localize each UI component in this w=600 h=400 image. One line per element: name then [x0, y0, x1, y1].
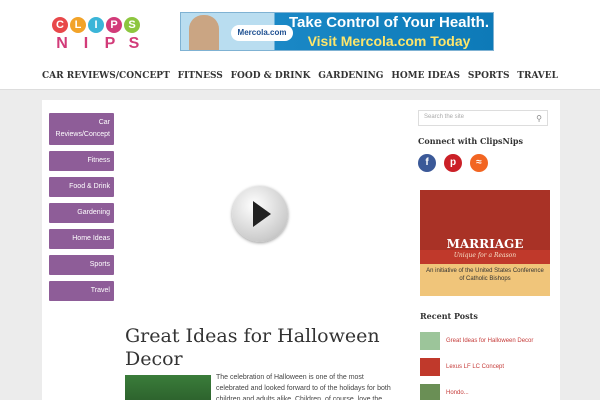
- category-gardening[interactable]: Gardening: [49, 203, 114, 223]
- category-home-ideas[interactable]: Home Ideas: [49, 229, 114, 249]
- sidebar-ad[interactable]: MARRIAGE Unique for a Reason An initiati…: [420, 190, 550, 296]
- nav-item-travel[interactable]: TRAVEL: [515, 71, 560, 89]
- post-title[interactable]: Great Ideas for Halloween Decor: [125, 325, 395, 371]
- recent-post-thumb: [420, 332, 440, 350]
- logo-letter: S: [124, 17, 140, 33]
- category-sidebar: Car Reviews/Concept Fitness Food & Drink…: [49, 113, 115, 307]
- right-sidebar: Search the site ⚲ Connect with ClipsNips…: [418, 110, 550, 172]
- banner-brand: Mercola.com: [231, 25, 293, 41]
- nav-item-gardening[interactable]: GARDENING: [316, 71, 385, 89]
- post-excerpt: The celebration of Halloween is one of t…: [216, 374, 391, 400]
- search-input[interactable]: Search the site ⚲: [418, 110, 548, 126]
- search-icon[interactable]: ⚲: [536, 114, 542, 123]
- recent-post-title: Hondo...: [446, 390, 469, 396]
- category-fitness[interactable]: Fitness: [49, 151, 114, 171]
- logo-line2: N I P S: [52, 35, 156, 53]
- social-links: f p ≈: [418, 154, 550, 172]
- recent-post-thumb: [420, 358, 440, 376]
- recent-posts-heading: Recent Posts: [420, 311, 478, 321]
- rss-icon[interactable]: ≈: [470, 154, 488, 172]
- nav-item-food-drink[interactable]: FOOD & DRINK: [229, 71, 313, 89]
- banner-cta: Visit Mercola.com Today: [307, 33, 471, 49]
- banner-person-image: [189, 15, 219, 50]
- logo-letter: I: [83, 35, 91, 52]
- ad-subtitle: Unique for a Reason: [453, 252, 517, 259]
- recent-post-title: Great Ideas for Halloween Decor: [446, 338, 534, 344]
- pinterest-icon[interactable]: p: [444, 154, 462, 172]
- logo-letter: S: [128, 35, 142, 52]
- recent-post-thumb: [420, 384, 440, 400]
- connect-heading: Connect with ClipsNips: [418, 136, 523, 146]
- logo-line1: C L I P S: [52, 17, 156, 33]
- recent-post[interactable]: Hondo...: [420, 382, 552, 400]
- play-icon[interactable]: [232, 186, 288, 242]
- nav-item-home-ideas[interactable]: HOME IDEAS: [389, 71, 462, 89]
- recent-post[interactable]: Lexus LF LC Concept: [420, 356, 552, 378]
- site-logo[interactable]: C L I P S N I P S: [52, 17, 156, 57]
- facebook-icon[interactable]: f: [418, 154, 436, 172]
- logo-letter: P: [104, 35, 118, 52]
- ad-title: MARRIAGE: [446, 237, 524, 251]
- logo-letter: L: [70, 17, 86, 33]
- category-car-reviews[interactable]: Car Reviews/Concept: [49, 113, 114, 145]
- nav-item-sports[interactable]: SPORTS: [466, 71, 512, 89]
- recent-post[interactable]: Great Ideas for Halloween Decor: [420, 330, 552, 352]
- post-thumbnail[interactable]: [125, 375, 211, 400]
- logo-letter: I: [88, 17, 104, 33]
- logo-letter: N: [56, 35, 70, 52]
- nav-item-fitness[interactable]: FITNESS: [176, 71, 225, 89]
- banner-headline: Take Control of Your Health.: [288, 14, 490, 31]
- logo-letter: P: [106, 17, 122, 33]
- main-nav: CAR REVIEWS/CONCEPT FITNESS FOOD & DRINK…: [40, 71, 560, 89]
- category-food-drink[interactable]: Food & Drink: [49, 177, 114, 197]
- search-placeholder: Search the site: [424, 114, 465, 120]
- header-ad-banner[interactable]: Mercola.com Take Control of Your Health.…: [180, 12, 494, 51]
- site-header: C L I P S N I P S Mercola.com Take Contr…: [0, 0, 600, 90]
- ad-initiative: An initiative of the United States Confe…: [420, 264, 550, 296]
- logo-letter: C: [52, 17, 68, 33]
- recent-post-title: Lexus LF LC Concept: [446, 364, 505, 370]
- category-sports[interactable]: Sports: [49, 255, 114, 275]
- category-travel[interactable]: Travel: [49, 281, 114, 301]
- nav-item-car-reviews[interactable]: CAR REVIEWS/CONCEPT: [40, 71, 172, 89]
